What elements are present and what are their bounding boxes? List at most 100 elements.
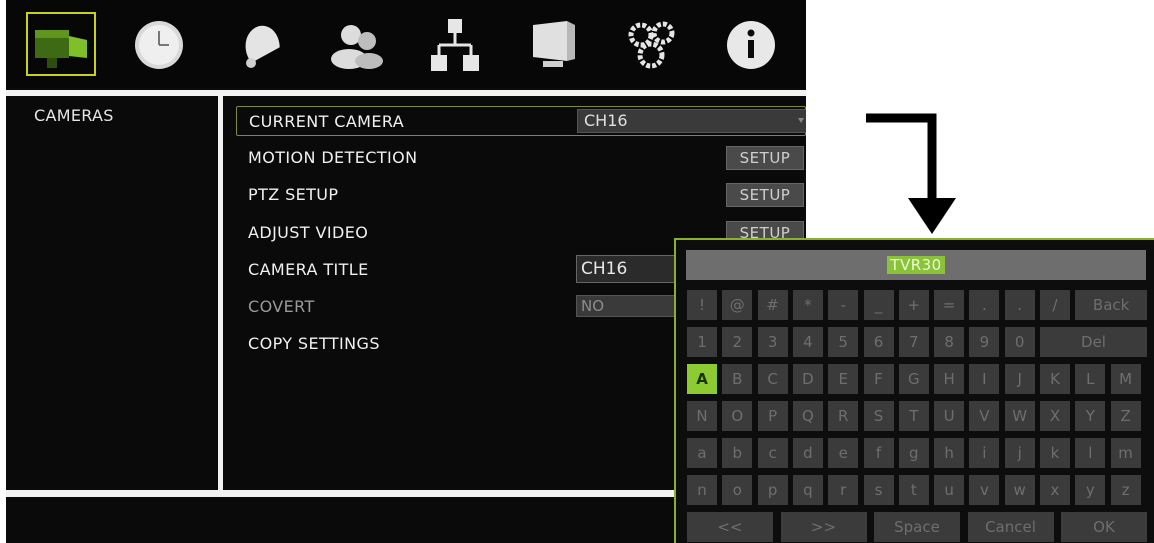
keyboard-key[interactable]: x <box>1040 475 1070 505</box>
keyboard-key[interactable]: F <box>863 364 894 394</box>
current-camera-row[interactable]: CURRENT CAMERA CH16 <box>236 106 806 136</box>
keyboard-key[interactable]: y <box>1075 475 1106 505</box>
key-del[interactable]: Del <box>1040 327 1147 357</box>
keyboard-key[interactable]: e <box>828 438 859 468</box>
keyboard-key[interactable]: a <box>687 438 717 468</box>
covert-select[interactable]: NO <box>576 295 676 317</box>
keyboard-key[interactable]: n <box>687 475 717 505</box>
keyboard-key[interactable]: q <box>792 475 823 505</box>
keyboard-key[interactable]: S <box>863 401 894 431</box>
keyboard-key[interactable]: d <box>792 438 823 468</box>
clock-icon[interactable] <box>124 10 194 80</box>
keyboard-key[interactable]: 6 <box>863 327 894 357</box>
info-icon[interactable] <box>716 10 786 80</box>
keyboard-key[interactable]: P <box>757 401 788 431</box>
keyboard-key[interactable]: f <box>863 438 894 468</box>
keyboard-key[interactable]: z <box>1110 475 1141 505</box>
virtual-keyboard: TVR30 ! @ # * - _ + =.. / Back 1 2 3 4 5 6 7 8 9 0 Del A B C D E F… <box>674 238 1154 543</box>
key-space[interactable]: Space <box>874 512 960 542</box>
keyboard-key[interactable]: 8 <box>934 327 965 357</box>
users-icon[interactable] <box>322 10 392 80</box>
network-icon[interactable] <box>420 10 490 80</box>
keyboard-key[interactable]: u <box>934 475 965 505</box>
keyboard-key[interactable]: Y <box>1075 401 1106 431</box>
keyboard-key[interactable]: _ <box>863 290 894 320</box>
keyboard-key[interactable]: j <box>1004 438 1035 468</box>
camera-icon[interactable] <box>26 12 96 76</box>
keyboard-key[interactable]: D <box>792 364 823 394</box>
keyboard-key[interactable]: w <box>1004 475 1035 505</box>
keyboard-key[interactable]: o <box>722 475 753 505</box>
keyboard-key[interactable]: . <box>1004 290 1035 320</box>
keyboard-key[interactable]: E <box>828 364 859 394</box>
sidebar-item-cameras[interactable]: CAMERAS <box>34 106 114 125</box>
keyboard-key[interactable]: = <box>934 290 965 320</box>
keyboard-input-field[interactable]: TVR30 <box>686 250 1146 280</box>
keyboard-key[interactable]: L <box>1075 364 1106 394</box>
motion-detection-setup-button[interactable]: SETUP <box>726 146 804 170</box>
keyboard-key[interactable]: N <box>687 401 717 431</box>
copy-settings-label: COPY SETTINGS <box>248 334 380 353</box>
top-divider <box>6 90 806 96</box>
key-ok[interactable]: OK <box>1061 512 1147 542</box>
keyboard-key[interactable]: t <box>898 475 929 505</box>
keyboard-key[interactable]: Z <box>1110 401 1141 431</box>
display-icon[interactable] <box>518 10 588 80</box>
key-back[interactable]: Back <box>1075 290 1147 320</box>
keyboard-key[interactable]: K <box>1040 364 1070 394</box>
keyboard-key[interactable]: H <box>934 364 965 394</box>
keyboard-key[interactable]: # <box>757 290 788 320</box>
keyboard-key[interactable]: M <box>1110 364 1141 394</box>
keyboard-key[interactable]: A <box>687 364 717 394</box>
keyboard-key[interactable]: ! <box>687 290 717 320</box>
key-cancel[interactable]: Cancel <box>967 512 1054 542</box>
keyboard-key[interactable]: W <box>1004 401 1035 431</box>
key-prev[interactable]: << <box>687 512 773 542</box>
keyboard-key[interactable]: m <box>1110 438 1141 468</box>
keyboard-key[interactable]: R <box>828 401 859 431</box>
keyboard-key[interactable]: 3 <box>757 327 788 357</box>
keyboard-key[interactable]: * <box>792 290 823 320</box>
keyboard-key[interactable]: l <box>1075 438 1106 468</box>
ptz-setup-button[interactable]: SETUP <box>726 183 804 207</box>
keyboard-key[interactable]: Q <box>792 401 823 431</box>
keyboard-key[interactable]: . <box>969 290 1000 320</box>
keyboard-key[interactable]: I <box>969 364 1000 394</box>
keyboard-key[interactable]: g <box>898 438 929 468</box>
keyboard-key[interactable]: - <box>828 290 859 320</box>
keyboard-key[interactable]: / <box>1040 290 1070 320</box>
gears-icon[interactable] <box>616 10 686 80</box>
keyboard-key[interactable]: 7 <box>898 327 929 357</box>
keyboard-key[interactable]: i <box>969 438 1000 468</box>
keyboard-key[interactable]: J <box>1004 364 1035 394</box>
keyboard-key[interactable]: k <box>1040 438 1070 468</box>
keyboard-key[interactable]: O <box>722 401 753 431</box>
keyboard-key[interactable]: s <box>863 475 894 505</box>
keyboard-key[interactable]: h <box>934 438 965 468</box>
camera-title-field[interactable]: CH16 <box>576 255 676 283</box>
keyboard-key[interactable]: b <box>722 438 753 468</box>
keyboard-key[interactable]: C <box>757 364 788 394</box>
keyboard-key[interactable]: + <box>898 290 929 320</box>
keyboard-key[interactable]: 1 <box>687 327 717 357</box>
keyboard-key[interactable]: p <box>757 475 788 505</box>
keyboard-key[interactable]: 2 <box>722 327 753 357</box>
keyboard-key[interactable]: r <box>828 475 859 505</box>
keyboard-key[interactable]: 4 <box>792 327 823 357</box>
keyboard-key[interactable]: @ <box>722 290 753 320</box>
keyboard-key[interactable]: 5 <box>828 327 859 357</box>
keyboard-key[interactable]: U <box>934 401 965 431</box>
keyboard-key[interactable]: v <box>969 475 1000 505</box>
camera-title-label: CAMERA TITLE <box>248 260 369 279</box>
keyboard-key[interactable]: T <box>898 401 929 431</box>
keyboard-key[interactable]: 0 <box>1004 327 1035 357</box>
key-next[interactable]: >> <box>780 512 867 542</box>
keyboard-key[interactable]: X <box>1040 401 1070 431</box>
current-camera-select[interactable]: CH16 <box>577 109 806 133</box>
keyboard-key[interactable]: B <box>722 364 753 394</box>
keyboard-key[interactable]: c <box>757 438 788 468</box>
keyboard-key[interactable]: G <box>898 364 929 394</box>
bell-icon[interactable] <box>226 10 296 80</box>
keyboard-key[interactable]: V <box>969 401 1000 431</box>
keyboard-key[interactable]: 9 <box>969 327 1000 357</box>
